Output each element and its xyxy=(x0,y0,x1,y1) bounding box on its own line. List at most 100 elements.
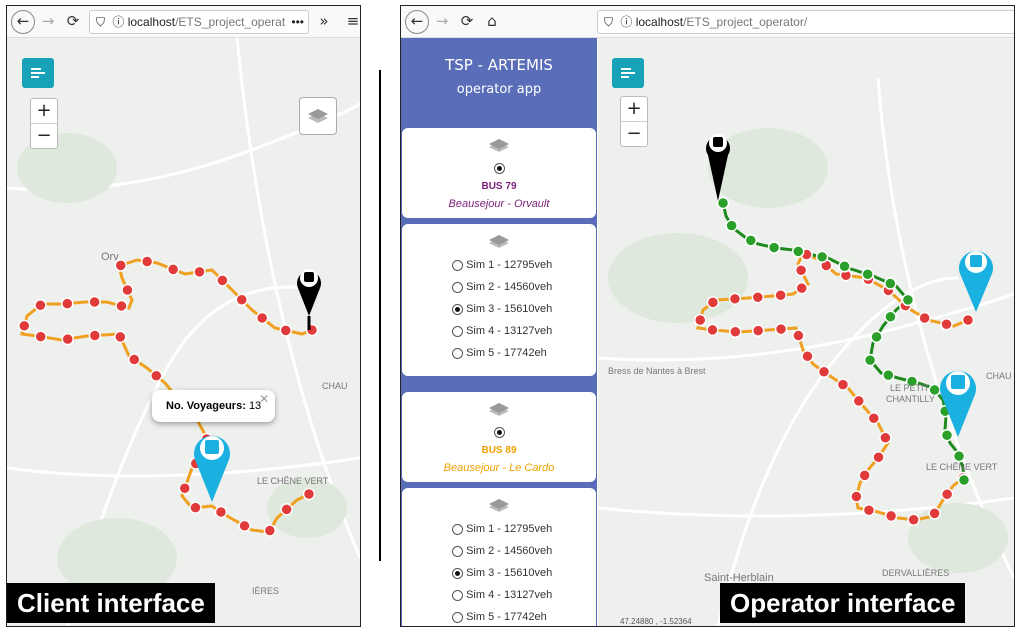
panel-divider xyxy=(379,70,381,561)
url-path: /ETS_project_operat xyxy=(175,15,286,29)
sim-option[interactable]: Sim 4 - 13127veh xyxy=(402,584,596,606)
bus-stop-icon xyxy=(88,295,101,309)
bus-stop-icon xyxy=(870,330,883,344)
info-icon: ⓘ xyxy=(112,15,125,29)
sidebar-toggle-button[interactable] xyxy=(612,58,644,88)
bus-stop-icon xyxy=(838,260,851,273)
map-green-areas xyxy=(17,133,347,598)
bus79-radio[interactable] xyxy=(493,163,505,174)
home-icon[interactable]: ⌂ xyxy=(481,10,503,32)
bus-stop-icon xyxy=(791,245,805,258)
bus-stop-icon xyxy=(728,292,742,306)
bus-stop-icon xyxy=(263,524,277,537)
forward-icon[interactable]: → xyxy=(37,10,59,32)
layers-button[interactable] xyxy=(299,97,337,135)
reload-icon[interactable]: ⟳ xyxy=(456,10,478,32)
sim-option[interactable]: Sim 4 - 13127veh xyxy=(402,320,596,342)
bus-stop-icon xyxy=(884,277,897,290)
sim-option[interactable]: Sim 1 - 12795veh xyxy=(402,518,596,540)
bus-stop-icon xyxy=(928,507,941,520)
bus-stop-icon xyxy=(189,501,202,514)
operator-sidebar: TSP - ARTEMIS operator app BUS 79 Beause… xyxy=(401,38,597,626)
back-icon[interactable]: ← xyxy=(405,10,429,34)
layers-icon xyxy=(308,109,328,123)
client-map[interactable]: + − Orv CHAU LE CHÊNE VERT IÈRES No. Voy… xyxy=(7,38,360,626)
bus-stop-icon xyxy=(140,255,154,268)
overflow-icon[interactable]: » xyxy=(313,10,335,32)
bus-stop-icon xyxy=(817,365,831,379)
bus-stop-icon xyxy=(852,394,866,408)
sim-option[interactable]: Sim 3 - 15610veh xyxy=(402,298,596,320)
bus-stop-icon xyxy=(693,313,707,327)
operator-browser-window: ← → ⟳ ⌂ ⛉ ⓘ localhost/ETS_project_operat… xyxy=(400,5,1015,627)
bus-stop-icon xyxy=(34,330,47,343)
sim-option[interactable]: Sim 2 - 14560veh xyxy=(402,540,596,562)
bus-stop-icon xyxy=(115,299,128,313)
bus-stop-icon xyxy=(751,324,765,337)
reload-icon[interactable]: ⟳ xyxy=(62,10,84,32)
sidebar-toggle-button[interactable] xyxy=(22,58,54,88)
bus-icon xyxy=(970,255,982,267)
passenger-popup: No. Voyageurs: 13 ✕ xyxy=(152,390,276,422)
back-icon[interactable]: ← xyxy=(11,10,35,34)
sidebar-subtitle: operator app xyxy=(456,82,542,97)
operator-map-canvas xyxy=(598,77,1014,626)
bus-stop-icon xyxy=(238,519,251,533)
bus-stop-icon xyxy=(940,428,954,442)
bus-stop-icon xyxy=(907,513,920,526)
bus-stop-icon xyxy=(957,473,971,487)
shield-icon: ⛉ xyxy=(604,15,614,29)
bus-stop-icon xyxy=(952,449,966,463)
bus-stop-icon xyxy=(214,505,228,519)
bus89-radio[interactable] xyxy=(493,427,505,438)
map-label: CHAU xyxy=(986,371,1012,381)
zoom-in-button[interactable]: + xyxy=(621,97,647,121)
sim-option[interactable]: Sim 2 - 14560veh xyxy=(402,276,596,298)
client-browser-window: ← → ⟳ ⛉ ⓘ localhost/ETS_project_operat •… xyxy=(6,5,361,627)
bus-marker-blue[interactable] xyxy=(194,435,230,502)
bus-stop-icon xyxy=(862,503,876,517)
popup-label: No. Voyageurs: xyxy=(166,400,246,412)
bus-stop-icon xyxy=(178,481,192,495)
layers-icon xyxy=(489,403,509,416)
bus-stop-icon xyxy=(858,469,871,482)
bus-stop-icon xyxy=(901,293,915,307)
bus-stop-icon xyxy=(879,431,892,445)
bus-stop-icon xyxy=(61,297,74,310)
sim-option[interactable]: Sim 5 - 17742eh xyxy=(402,342,596,364)
forward-icon[interactable]: → xyxy=(431,10,453,32)
bus89-sim-list: Sim 1 - 12795veh Sim 2 - 14560veh Sim 3 … xyxy=(402,488,596,626)
bus-marker-black[interactable] xyxy=(297,269,321,330)
client-browser-toolbar: ← → ⟳ ⛉ ⓘ localhost/ETS_project_operat •… xyxy=(7,6,360,38)
bus-stop-icon xyxy=(706,323,719,337)
zoom-out-button[interactable]: − xyxy=(621,121,647,146)
bus-icon xyxy=(713,137,723,147)
operator-url-bar[interactable]: ⛉ ⓘ localhost/ETS_project_operator/ xyxy=(597,10,1014,34)
bus-stop-icon xyxy=(940,318,953,331)
park-area xyxy=(267,478,347,538)
park-area xyxy=(908,503,1008,573)
sim-option[interactable]: Sim 5 - 17742eh xyxy=(402,606,596,626)
bus-stop-icon xyxy=(815,250,829,264)
sim-option[interactable]: Sim 1 - 12795veh xyxy=(402,254,596,276)
bus-stop-icon xyxy=(88,329,102,342)
layers-icon xyxy=(489,499,509,512)
more-icon[interactable]: ••• xyxy=(291,11,304,33)
zoom-in-button[interactable]: + xyxy=(31,99,57,123)
bus-stop-icon xyxy=(279,324,293,337)
map-label: LE CHÊNE VERT xyxy=(926,462,998,472)
bus-stop-icon xyxy=(836,378,850,391)
operator-caption: Operator interface xyxy=(720,583,966,623)
menu-icon[interactable]: ≡ xyxy=(342,10,360,32)
layers-icon xyxy=(489,139,509,152)
sidebar-title: TSP - ARTEMIS xyxy=(445,56,553,74)
close-icon[interactable]: ✕ xyxy=(259,392,269,406)
sim-option[interactable]: Sim 3 - 15610veh xyxy=(402,562,596,584)
bus-stop-icon xyxy=(216,274,229,287)
bus-stop-icon xyxy=(114,330,127,344)
road xyxy=(7,456,360,478)
client-url-bar[interactable]: ⛉ ⓘ localhost/ETS_project_operat ••• xyxy=(89,10,309,34)
zoom-out-button[interactable]: − xyxy=(31,123,57,148)
operator-map[interactable]: + − Bress de Nantes à Brest LE PETIT CHA… xyxy=(598,38,1014,626)
url-host: localhost xyxy=(127,15,176,29)
